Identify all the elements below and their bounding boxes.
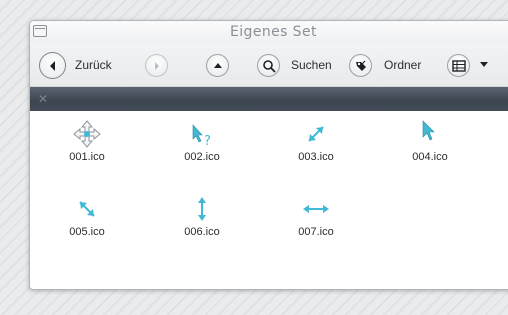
file-name: 006.ico (184, 226, 220, 238)
forward-button[interactable] (145, 54, 168, 77)
view-button[interactable] (447, 54, 470, 77)
file-item[interactable]: 005.ico (47, 194, 127, 238)
horizontal-resize-icon (303, 205, 329, 213)
folder-label[interactable]: Ordner (384, 58, 421, 72)
window-title: Eigenes Set (230, 24, 317, 40)
view-dropdown-chevron-icon[interactable] (480, 62, 488, 68)
up-arrow-icon (213, 62, 222, 68)
file-name: 003.ico (298, 151, 334, 163)
file-item[interactable]: 006.ico (162, 194, 242, 238)
search-icon (262, 59, 276, 73)
diagonal-resize-ne-icon (308, 126, 324, 142)
back-button[interactable] (39, 52, 66, 79)
move-cursor-icon (73, 120, 101, 148)
file-item[interactable]: 003.ico (276, 119, 356, 163)
file-name: 002.ico (184, 151, 220, 163)
diagonal-resize-nw-icon (79, 201, 95, 217)
vertical-resize-icon (198, 197, 206, 221)
arrow-cursor-icon (422, 120, 435, 141)
back-label[interactable]: Zurück (75, 58, 112, 72)
file-name: 007.ico (298, 226, 334, 238)
file-item[interactable]: 001.ico (47, 119, 127, 163)
help-cursor-icon: ? (192, 124, 211, 149)
close-icon[interactable]: ✕ (36, 92, 50, 106)
title-bar[interactable]: Eigenes Set (30, 21, 508, 43)
file-name: 004.ico (412, 151, 448, 163)
back-arrow-icon (49, 60, 55, 71)
window-menu-icon[interactable] (33, 25, 47, 37)
file-item[interactable]: 004.ico (390, 119, 470, 163)
search-label[interactable]: Suchen (291, 58, 332, 72)
toolbar: Zurück Suchen Ordner (30, 43, 508, 87)
svg-text:?: ? (204, 134, 211, 149)
search-button[interactable] (257, 54, 280, 77)
grid-view-icon (451, 59, 466, 72)
folder-button[interactable] (349, 54, 372, 77)
file-name: 001.ico (69, 151, 105, 163)
forward-arrow-icon (154, 61, 159, 70)
file-list: 001.ico ? 002.ico 003.ico 004.ico 005.ic… (30, 111, 508, 289)
up-button[interactable] (206, 54, 229, 77)
explorer-window: Eigenes Set Zurück Suchen Ordner ✕ 001.i… (29, 20, 508, 290)
breadcrumb-bar[interactable]: ✕ (30, 87, 508, 111)
folder-tree-icon (355, 60, 366, 71)
file-item[interactable]: 007.ico (276, 194, 356, 238)
file-name: 005.ico (69, 226, 105, 238)
file-item[interactable]: ? 002.ico (162, 119, 242, 163)
